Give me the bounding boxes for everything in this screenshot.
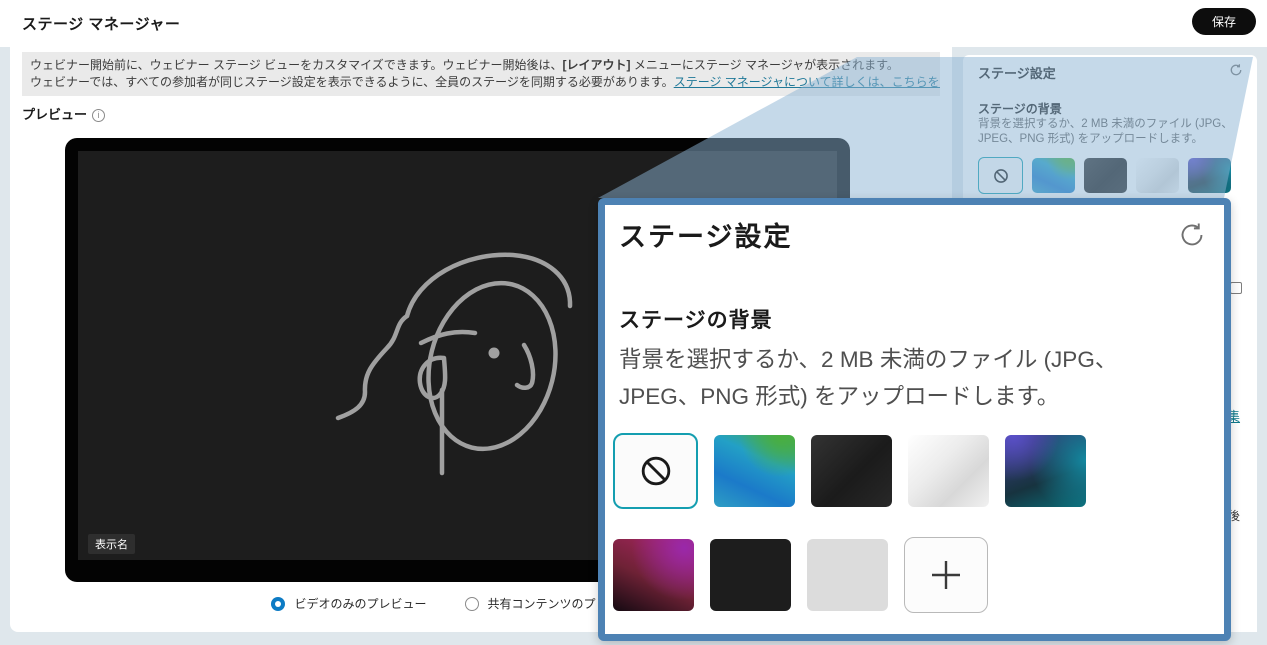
- callout-title: ステージ設定: [619, 215, 792, 254]
- refresh-icon[interactable]: [1229, 63, 1243, 77]
- sidebar-background-swatches: [978, 157, 1231, 194]
- background-swatches-row-1: [613, 433, 1086, 509]
- plus-icon: [929, 558, 963, 592]
- swatch-none[interactable]: [613, 433, 698, 509]
- swatch-blue-green[interactable]: [714, 435, 795, 507]
- sidebar-section-description: 背景を選択するか、2 MB 未満のファイル (JPG、 JPEG、PNG 形式)…: [978, 117, 1233, 147]
- swatch-dark-swirl[interactable]: [1084, 158, 1127, 193]
- radio-video-only[interactable]: ビデオのみのプレビュー: [271, 595, 426, 612]
- stage-manager-page: ステージ マネージャー 保存 ウェビナー開始前に、ウェビナー ステージ ビューを…: [0, 0, 1267, 645]
- stage-settings-callout: ステージ設定 ステージの背景 背景を選択するか、2 MB 未満のファイル (JP…: [598, 198, 1231, 641]
- sidebar-section-title: ステージの背景: [978, 100, 1062, 117]
- avatar-face: [412, 269, 573, 462]
- banner-line-1: ウェビナー開始前に、ウェビナー ステージ ビューをカスタマイズできます。ウェビナ…: [30, 57, 932, 74]
- radio-selected-icon[interactable]: [271, 597, 285, 611]
- avatar-nose: [517, 345, 533, 388]
- avatar-eye: [489, 348, 500, 359]
- swatch-light-swirl[interactable]: [908, 435, 989, 507]
- avatar-fringe: [421, 332, 475, 343]
- info-banner: ウェビナー開始前に、ウェビナー ステージ ビューをカスタマイズできます。ウェビナ…: [22, 52, 940, 96]
- sidebar-panel-title: ステージ設定: [978, 63, 1056, 82]
- swatch-purple-teal[interactable]: [1188, 158, 1231, 193]
- page-title: ステージ マネージャー: [22, 13, 180, 34]
- avatar-hair-top: [407, 255, 570, 316]
- swatch-black[interactable]: [710, 539, 791, 611]
- swatch-blue-green[interactable]: [1032, 158, 1075, 193]
- prohibited-icon: [992, 167, 1010, 185]
- background-swatches-row-2: [613, 537, 988, 613]
- callout-section-description: 背景を選択するか、2 MB 未満のファイル (JPG、 JPEG、PNG 形式)…: [619, 341, 1117, 415]
- banner-layout-menu-ref: [レイアウト]: [563, 58, 631, 72]
- swatch-none[interactable]: [978, 157, 1023, 194]
- swatch-light-swirl[interactable]: [1136, 158, 1179, 193]
- info-icon[interactable]: i: [92, 109, 105, 122]
- avatar-ear: [420, 358, 445, 398]
- preview-heading: プレビューi: [22, 104, 105, 123]
- swatch-light-gray[interactable]: [807, 539, 888, 611]
- learn-more-link[interactable]: ステージ マネージャについて詳しくは、こちらをご覧ください。: [674, 75, 940, 89]
- display-name-tag: 表示名: [88, 534, 135, 554]
- avatar-hair-strand: [338, 316, 407, 418]
- header-bar: ステージ マネージャー 保存: [0, 0, 1267, 47]
- avatar-line-art: [325, 242, 610, 582]
- sidebar-checkbox-fragment[interactable]: [1230, 282, 1242, 294]
- refresh-icon[interactable]: [1178, 221, 1206, 249]
- callout-section-title: ステージの背景: [619, 304, 773, 334]
- prohibited-icon: [637, 452, 675, 490]
- swatch-red-purple[interactable]: [613, 539, 694, 611]
- radio-video-only-label: ビデオのみのプレビュー: [294, 595, 426, 612]
- add-background-button[interactable]: [904, 537, 988, 613]
- radio-unselected-icon[interactable]: [465, 597, 479, 611]
- save-button[interactable]: 保存: [1192, 8, 1256, 35]
- banner-line-2: ウェビナーでは、すべての参加者が同じステージ設定を表示できるように、全員のステー…: [30, 74, 932, 91]
- swatch-purple-teal[interactable]: [1005, 435, 1086, 507]
- swatch-dark-swirl[interactable]: [811, 435, 892, 507]
